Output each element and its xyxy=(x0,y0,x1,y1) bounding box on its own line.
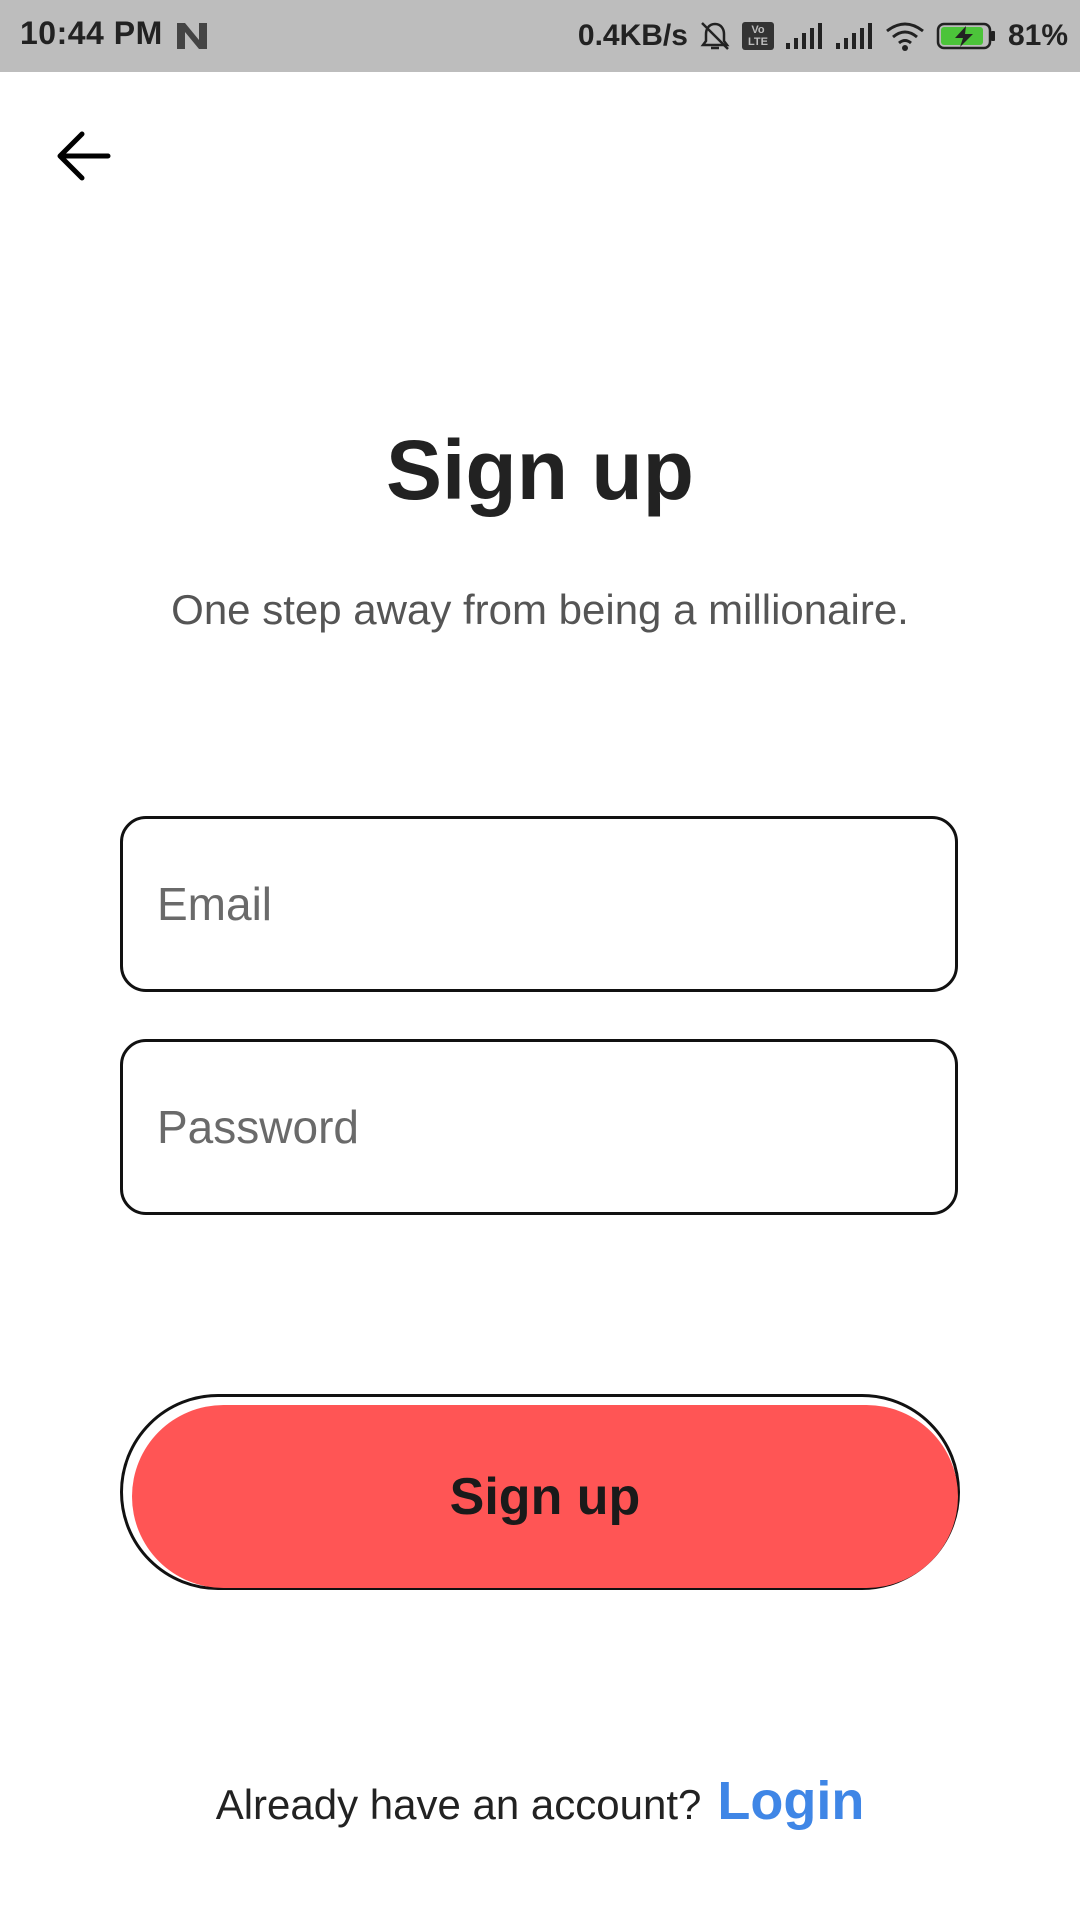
page-subtitle: One step away from being a millionaire. xyxy=(171,586,909,633)
login-prompt-text: Already have an account? xyxy=(215,1781,702,1828)
signal-icon xyxy=(785,23,822,49)
n-icon xyxy=(177,23,207,49)
page-title: Sign up xyxy=(386,423,694,517)
email-field[interactable] xyxy=(123,819,955,989)
volte-icon: Vo LTE xyxy=(741,22,774,50)
status-bar: 10:44 PM 0.4KB/s Vo LTE 81% xyxy=(0,0,1080,72)
signal-icon xyxy=(835,23,872,49)
mute-icon xyxy=(700,22,730,50)
password-field[interactable] xyxy=(123,1042,955,1212)
login-prompt: Already have an account? Login xyxy=(0,1770,1080,1832)
arrow-left-icon xyxy=(57,131,111,181)
back-button[interactable] xyxy=(52,128,116,184)
email-field-container xyxy=(120,816,958,992)
password-field-container xyxy=(120,1039,958,1215)
login-link[interactable]: Login xyxy=(717,1770,864,1832)
battery-percent: 81% xyxy=(1007,19,1068,52)
status-right: 0.4KB/s Vo LTE 81% xyxy=(578,0,1068,72)
network-speed: 0.4KB/s xyxy=(577,19,688,52)
battery-charging-icon xyxy=(936,22,995,50)
signup-button[interactable]: Sign up xyxy=(132,1405,958,1588)
status-time: 10:44 PM xyxy=(20,15,163,51)
wifi-icon xyxy=(886,22,924,51)
